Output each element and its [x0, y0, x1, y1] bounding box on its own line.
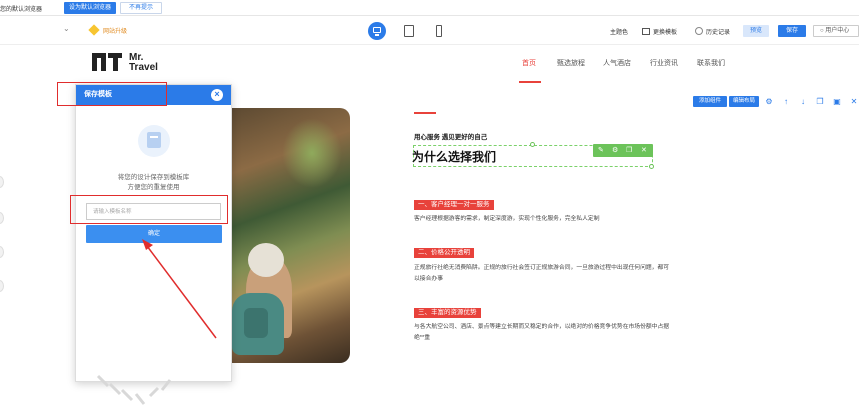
change-template-label: 更换模板	[653, 30, 678, 36]
hero-photo	[232, 108, 350, 363]
feature-text-3: 与各大航空公司、酒店、景点等建立长期而又稳定的合作，以绝对的价格竞争优势在市场份…	[414, 324, 670, 341]
copy-icon[interactable]: ❐	[626, 146, 632, 154]
history-label: 历史记录	[706, 30, 731, 36]
desktop-view-button[interactable]	[368, 22, 386, 40]
template-icon	[642, 28, 650, 35]
phone-view-button[interactable]	[430, 22, 448, 40]
template-illustration-icon	[134, 123, 174, 159]
nav-hotels[interactable]: 人气酒店	[603, 58, 631, 68]
settings-icon[interactable]: ⚙	[612, 146, 618, 154]
logo-mark-icon	[92, 53, 122, 71]
phone-icon	[436, 25, 442, 37]
logo-line2: Travel	[129, 62, 158, 73]
arrow-down-icon[interactable]: ↓	[798, 96, 808, 107]
chevron-down-icon[interactable]: ⌄	[63, 24, 70, 33]
tablet-view-button[interactable]	[400, 22, 418, 40]
edge-handle[interactable]	[0, 176, 4, 188]
section-title[interactable]: 为什么选择我们	[412, 148, 496, 165]
resize-handle[interactable]	[649, 164, 654, 169]
preview-button[interactable]: 预览	[743, 25, 769, 37]
edit-icon[interactable]: ✎	[598, 146, 604, 154]
diamond-icon	[88, 24, 100, 36]
theme-color-button[interactable]: 主题色	[610, 27, 628, 36]
copy-icon[interactable]: ❐	[815, 96, 825, 107]
clock-icon	[695, 27, 703, 35]
feature-tag-3: 三、丰富的资源优势	[414, 308, 481, 318]
feature-text-2: 正规旅行社绝无消费陷阱。正规的旅行社会签订正规旅游合同，一旦旅游过程中出现任何问…	[414, 265, 670, 282]
user-center-label: 用户中心	[825, 28, 850, 34]
user-center-button[interactable]: ○ 用户中心	[813, 25, 859, 37]
save-icon[interactable]: ▣	[832, 96, 842, 107]
nav-trips[interactable]: 甄选旅程	[557, 58, 585, 68]
edge-handle[interactable]	[0, 280, 4, 292]
gear-icon[interactable]: ⚙	[764, 96, 774, 107]
feature-text-1: 客户经理根据游客的需求，制定深度游，实现个性化服务，完全私人定制	[414, 216, 600, 222]
section-accent-line	[414, 112, 436, 114]
dismiss-notice-button[interactable]: 不再提示	[120, 2, 162, 14]
set-default-browser-button[interactable]: 设为默认浏览器	[64, 2, 116, 14]
feature-tag-1: 一、客户经理一对一服务	[414, 200, 494, 210]
nav-news[interactable]: 行业资讯	[650, 58, 678, 68]
nav-contact[interactable]: 联系我们	[697, 58, 725, 68]
close-icon[interactable]: ×	[211, 89, 223, 101]
tablet-icon	[404, 25, 414, 37]
element-toolbar: ✎ ⚙ ❐ ✕	[593, 144, 653, 157]
dialog-description-line1: 将您的设计保存到模板库	[117, 174, 190, 181]
edge-handle[interactable]	[0, 246, 4, 258]
change-template-button[interactable]: 更换模板	[642, 27, 677, 36]
section-subheading: 用心服务 遇见更好的自己	[414, 134, 488, 141]
save-button[interactable]: 保存	[778, 25, 806, 37]
resize-handle[interactable]	[530, 142, 535, 147]
editor-toolbar: ⌄ 网站升级 主题色 更换模板 历史记录 预览 保存 ○ 用户中心	[0, 17, 859, 45]
nav-home[interactable]: 首页	[522, 58, 536, 68]
confirm-button[interactable]: 确定	[86, 225, 222, 243]
annotation-highlight-title	[57, 82, 167, 106]
arrow-up-icon[interactable]: ↑	[781, 96, 791, 107]
notice-text: 您的默认浏览器	[0, 7, 43, 13]
upgrade-label: 网站升级	[103, 29, 128, 35]
watermark-stamp	[96, 374, 172, 405]
dialog-description-line2: 方便您的重复使用	[127, 184, 180, 191]
close-icon[interactable]: ✕	[641, 146, 647, 154]
desktop-icon	[373, 27, 381, 33]
edge-handle[interactable]	[0, 212, 4, 224]
save-template-dialog: 保存模板 × 将您的设计保存到模板库 方便您的重复使用 确定	[75, 84, 232, 382]
default-browser-notice: 您的默认浏览器 设为默认浏览器 不再提示	[0, 0, 859, 16]
site-upgrade-link[interactable]: 网站升级	[88, 24, 128, 36]
history-button[interactable]: 历史记录	[695, 27, 730, 36]
add-component-button[interactable]: 添加组件	[693, 96, 727, 107]
feature-tag-2: 二、价格公开透明	[414, 248, 474, 258]
nav-active-indicator	[519, 81, 541, 83]
annotation-highlight-input	[70, 195, 228, 224]
close-icon[interactable]: ✕	[849, 96, 859, 107]
edit-layout-button[interactable]: 编辑布局	[729, 96, 759, 107]
